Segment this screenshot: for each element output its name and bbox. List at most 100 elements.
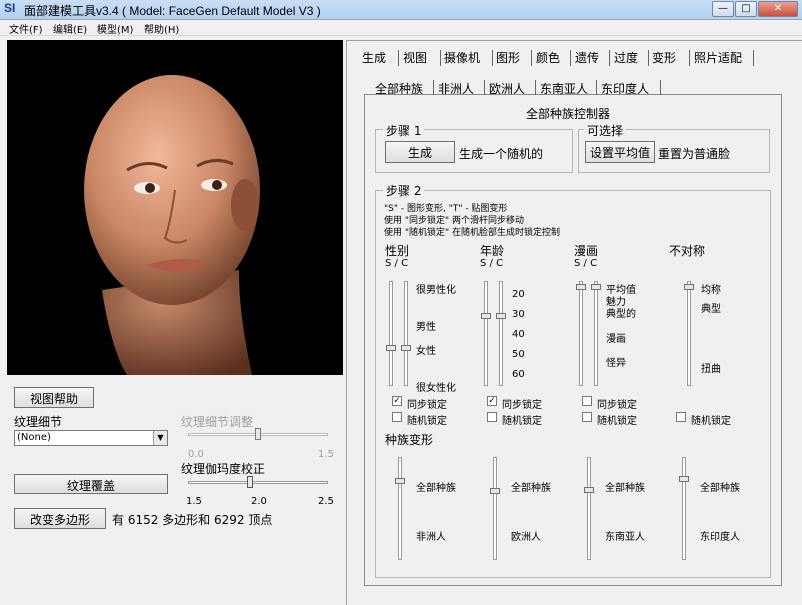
step1-label: 步骤 1 xyxy=(383,122,425,139)
age-label-40: 40 xyxy=(512,329,525,340)
gender-shape-thumb[interactable] xyxy=(386,345,396,351)
view-help-button[interactable]: 视图帮助 xyxy=(14,387,94,408)
optional-label: 可选择 xyxy=(584,122,627,139)
caricature-color-thumb[interactable] xyxy=(591,284,601,290)
texture-detail-select[interactable]: (None) ▼ xyxy=(14,430,168,446)
race-morph-thumb-european[interactable] xyxy=(490,488,500,494)
generate-button[interactable]: 生成 xyxy=(385,141,455,163)
gender-random-checkbox[interactable] xyxy=(392,412,402,422)
caricature-title: 漫画 xyxy=(574,244,599,258)
change-polygon-button[interactable]: 改变多边形 xyxy=(14,508,106,529)
subtab-all-races[interactable]: 全部种族 xyxy=(375,80,423,97)
window-title: 面部建模工具v3.4 ( Model: FaceGen Default Mode… xyxy=(24,4,321,18)
maximize-button[interactable]: □ xyxy=(735,1,757,17)
tab-camera[interactable]: 摄像机 xyxy=(444,49,480,66)
gender-label-2: 男性 xyxy=(416,322,436,333)
age-color-slider[interactable] xyxy=(499,281,503,386)
minimize-button[interactable]: — xyxy=(712,1,734,17)
texture-adjust-tick-max: 1.5 xyxy=(318,449,334,460)
race-bottom-african: 非洲人 xyxy=(416,532,446,543)
race-morph-thumb-se-asian[interactable] xyxy=(584,487,594,493)
race-morph-slider-african[interactable] xyxy=(398,457,402,560)
tab-shape[interactable]: 图形 xyxy=(496,49,520,66)
race-morph-slider-east-indian[interactable] xyxy=(682,457,686,560)
age-label-30: 30 xyxy=(512,309,525,320)
caricature-sc: S / C xyxy=(574,258,598,269)
asymmetry-thumb[interactable] xyxy=(684,284,694,290)
gamma-slider[interactable] xyxy=(188,481,328,484)
menu-file[interactable]: 文件(F) xyxy=(9,21,43,36)
age-random-checkbox[interactable] xyxy=(487,412,497,422)
race-morph-thumb-african[interactable] xyxy=(395,478,405,484)
age-color-thumb[interactable] xyxy=(496,313,506,319)
race-top-2: 全部种族 xyxy=(511,483,551,494)
face-viewport[interactable] xyxy=(7,40,343,375)
caricature-shape-slider[interactable] xyxy=(579,281,583,386)
texture-cover-button[interactable]: 纹理覆盖 xyxy=(14,474,168,494)
subtab-european[interactable]: 欧洲人 xyxy=(489,80,525,97)
texture-adjust-thumb[interactable] xyxy=(255,428,261,440)
tab-photofit[interactable]: 照片适配 xyxy=(694,49,742,66)
race-top-4: 全部种族 xyxy=(700,483,740,494)
gamma-thumb[interactable] xyxy=(246,476,253,488)
age-label-50: 50 xyxy=(512,349,525,360)
caricature-color-slider[interactable] xyxy=(594,281,598,386)
gender-title: 性别 xyxy=(385,244,410,258)
age-sync-label: 同步锁定 xyxy=(502,400,542,411)
caricature-shape-thumb[interactable] xyxy=(576,284,586,290)
asymmetry-label-1: 均称 xyxy=(701,285,721,296)
app-logo: SI xyxy=(4,1,16,15)
menu-model[interactable]: 模型(M) xyxy=(97,21,133,36)
race-morph-slider-se-asian[interactable] xyxy=(587,457,591,560)
asymmetry-slider[interactable] xyxy=(687,281,691,386)
chevron-down-icon[interactable]: ▼ xyxy=(153,431,167,445)
age-shape-slider[interactable] xyxy=(484,281,488,386)
face-render xyxy=(84,75,260,375)
texture-detail-label: 纹理细节 xyxy=(14,415,63,429)
gender-color-thumb[interactable] xyxy=(401,345,411,351)
age-sync-checkbox[interactable]: ✓ xyxy=(487,396,497,406)
subtab-african[interactable]: 非洲人 xyxy=(438,80,474,97)
asymmetry-title: 不对称 xyxy=(669,244,706,258)
age-title: 年龄 xyxy=(480,244,505,258)
menu-edit[interactable]: 编辑(E) xyxy=(53,21,87,36)
race-morph-slider-european[interactable] xyxy=(493,457,497,560)
panel-heading: 全部种族控制器 xyxy=(526,107,611,121)
tab-transition[interactable]: 过度 xyxy=(614,49,638,66)
tab-color[interactable]: 颜色 xyxy=(536,49,560,66)
race-bottom-se-asian: 东南亚人 xyxy=(605,532,645,543)
texture-select-value: (None) xyxy=(17,432,51,443)
caricature-random-checkbox[interactable] xyxy=(582,412,592,422)
tab-generate[interactable]: 生成 xyxy=(362,49,386,66)
gender-sync-checkbox[interactable]: ✓ xyxy=(392,396,402,406)
polygon-info: 有 6152 多边形和 6292 顶点 xyxy=(112,513,273,527)
step2-label: 步骤 2 xyxy=(383,182,425,199)
close-button[interactable]: ✕ xyxy=(758,1,798,17)
tab-morph[interactable]: 变形 xyxy=(652,49,676,66)
race-morph-title: 种族变形 xyxy=(385,433,434,447)
menu-help[interactable]: 帮助(H) xyxy=(144,21,179,36)
reset-desc: 重置为普通脸 xyxy=(658,147,731,161)
caricature-label-3: 典型的 xyxy=(606,309,636,320)
asymmetry-random-checkbox[interactable] xyxy=(676,412,686,422)
subtab-east-indian[interactable]: 东印度人 xyxy=(601,80,649,97)
tab-genetics[interactable]: 遗传 xyxy=(575,49,599,66)
texture-adjust-label: 纹理细节调整 xyxy=(181,415,254,429)
main-tabstrip: 生成 视图 摄像机 图形 颜色 遗传 过度 变形 照片适配 xyxy=(356,45,768,69)
age-shape-thumb[interactable] xyxy=(481,313,491,319)
gender-shape-slider[interactable] xyxy=(389,281,393,386)
set-average-button[interactable]: 设置平均值 xyxy=(585,141,655,163)
tab-view[interactable]: 视图 xyxy=(403,49,427,66)
gamma-label: 纹理伽玛度校正 xyxy=(181,462,266,476)
gamma-tick-2: 2.0 xyxy=(251,496,267,507)
gender-random-label: 随机锁定 xyxy=(407,416,447,427)
caricature-label-5: 怪异 xyxy=(606,358,626,369)
age-label-60: 60 xyxy=(512,369,525,380)
caricature-sync-checkbox[interactable] xyxy=(582,396,592,406)
gender-label-3: 女性 xyxy=(416,346,436,357)
gender-color-slider[interactable] xyxy=(404,281,408,386)
age-sc: S / C xyxy=(480,258,504,269)
race-morph-thumb-east-indian[interactable] xyxy=(679,476,689,482)
subtab-se-asian[interactable]: 东南亚人 xyxy=(540,80,588,97)
age-random-label: 随机锁定 xyxy=(502,416,542,427)
